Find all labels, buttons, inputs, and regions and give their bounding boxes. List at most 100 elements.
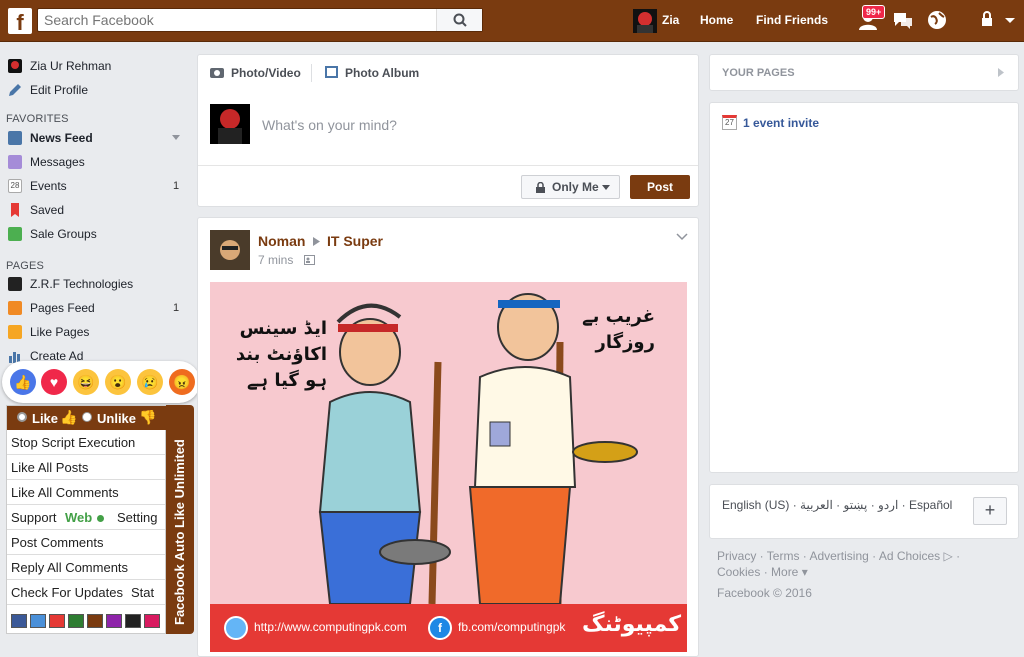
- support-button[interactable]: Support: [11, 510, 57, 525]
- search-input[interactable]: [38, 9, 433, 31]
- post-button[interactable]: Post: [630, 175, 690, 199]
- web-globe-icon: [224, 616, 248, 640]
- haha-reaction-icon[interactable]: 😆: [73, 369, 99, 395]
- your-pages-card[interactable]: YOUR PAGES: [709, 54, 1019, 91]
- sidebar-item-news-feed[interactable]: News Feed: [6, 128, 186, 148]
- event-invite-link[interactable]: 1 event invite: [743, 116, 819, 130]
- audience-selector-button[interactable]: Only Me: [521, 175, 620, 199]
- account-menu-chevron-icon[interactable]: [1004, 9, 1016, 31]
- profile-avatar[interactable]: [633, 9, 657, 33]
- sidebar-item-saved[interactable]: Saved: [6, 200, 186, 220]
- privacy-lock-icon[interactable]: [980, 9, 996, 31]
- photo-video-tab[interactable]: Photo/Video: [231, 66, 301, 80]
- sidebar-item-messages[interactable]: Messages: [6, 152, 186, 172]
- color-swatch[interactable]: [11, 614, 27, 628]
- sidebar-item-like-pages[interactable]: Like Pages: [6, 322, 186, 342]
- notifications-globe-icon[interactable]: [926, 9, 948, 31]
- stat-button[interactable]: Stat: [131, 581, 154, 605]
- favorites-header: FAVORITES: [6, 113, 69, 125]
- pencil-icon: [9, 84, 21, 96]
- reply-all-comments-button[interactable]: Reply All Comments: [7, 556, 165, 580]
- like-all-comments-button[interactable]: Like All Comments: [7, 481, 165, 505]
- find-friends-link[interactable]: Find Friends: [756, 13, 828, 27]
- sidebar-item-profile[interactable]: Zia Ur Rehman: [6, 56, 186, 76]
- add-language-button[interactable]: +: [973, 497, 1007, 525]
- like-radio-label: Like: [32, 411, 59, 426]
- profile-name-link[interactable]: Zia: [662, 13, 679, 27]
- footer-line[interactable]: Cookies · More ▾: [717, 564, 1017, 580]
- support-row: Support Web Setting: [7, 506, 165, 530]
- sidebar-item-count: 1: [173, 302, 180, 314]
- sidebar-item-label: Saved: [30, 203, 65, 217]
- auto-like-menu: Like 👍 Unlike 👎 Stop Script Execution Li…: [6, 405, 167, 634]
- search-button[interactable]: [436, 9, 482, 31]
- caption-line: ہو گیا ہے: [246, 370, 327, 391]
- color-swatch[interactable]: [49, 614, 65, 628]
- sidebar-item-label: Messages: [30, 155, 85, 169]
- color-swatch[interactable]: [68, 614, 84, 628]
- color-swatch[interactable]: [87, 614, 103, 628]
- wow-reaction-icon[interactable]: 😮: [105, 369, 131, 395]
- angry-reaction-icon[interactable]: 😠: [169, 369, 195, 395]
- sidebar-item-count: 1: [173, 180, 180, 192]
- home-link[interactable]: Home: [700, 13, 733, 27]
- post-options-chevron-icon[interactable]: [676, 233, 688, 241]
- like-reaction-icon[interactable]: 👍: [10, 369, 36, 395]
- caption-line: ایڈ سینس: [239, 318, 327, 339]
- post-target-group[interactable]: IT Super: [327, 233, 383, 249]
- camera-icon: [210, 68, 224, 78]
- composer-card: Photo/Video Photo Album What's on your m…: [197, 54, 699, 207]
- caption-line: غریب بے: [582, 306, 655, 327]
- post-timestamp[interactable]: 7 mins: [258, 253, 293, 267]
- post-comments-button[interactable]: Post Comments: [7, 531, 165, 555]
- check-updates-button[interactable]: Check For Updates: [11, 585, 123, 600]
- status-input[interactable]: What's on your mind?: [262, 117, 397, 133]
- auto-like-panel: Like 👍 Unlike 👎 Stop Script Execution Li…: [6, 405, 194, 634]
- photo-album-icon: [325, 66, 338, 78]
- language-links[interactable]: English (US) · اردو · پښتو · العربية · E…: [722, 498, 972, 512]
- chevron-down-icon[interactable]: [172, 135, 180, 141]
- your-pages-title: YOUR PAGES: [722, 67, 795, 79]
- unlike-radio-label: Unlike: [97, 411, 137, 426]
- like-all-posts-button[interactable]: Like All Posts: [7, 456, 165, 480]
- facebook-logo-icon[interactable]: f: [8, 8, 32, 34]
- post-author-avatar[interactable]: [210, 230, 250, 270]
- sidebar-item-sale-groups[interactable]: Sale Groups: [6, 224, 186, 244]
- sidebar-item-edit-profile[interactable]: Edit Profile: [6, 80, 186, 100]
- stop-script-button[interactable]: Stop Script Execution: [7, 431, 165, 455]
- pages-feed-icon: [8, 301, 22, 315]
- panel-side-tab[interactable]: Facebook Auto Like Unlimited: [166, 405, 194, 634]
- panel-side-title: Facebook Auto Like Unlimited: [172, 439, 187, 625]
- love-reaction-icon[interactable]: ♥: [41, 369, 67, 395]
- tag-icon: [8, 227, 22, 241]
- messages-icon[interactable]: [892, 9, 914, 31]
- color-swatch[interactable]: [106, 614, 122, 628]
- color-swatch[interactable]: [125, 614, 141, 628]
- profile-avatar-icon: [8, 59, 22, 73]
- sad-reaction-icon[interactable]: 😢: [137, 369, 163, 395]
- sidebar-item-label: News Feed: [30, 131, 93, 145]
- footer-line[interactable]: Privacy · Terms · Advertising · Ad Choic…: [717, 548, 1017, 564]
- thumbs-up-icon: 👍: [60, 409, 78, 425]
- copyright: Facebook © 2016: [717, 586, 812, 600]
- page-avatar-icon: [8, 277, 22, 291]
- like-radio[interactable]: [17, 412, 27, 422]
- post-author-name[interactable]: Noman: [258, 233, 305, 249]
- sidebar-item-label: Sale Groups: [30, 227, 97, 241]
- unlike-radio[interactable]: [82, 412, 92, 422]
- sidebar-item-pages-feed[interactable]: Pages Feed 1: [6, 298, 186, 318]
- sidebar-item-events[interactable]: 28 Events 1: [6, 176, 186, 196]
- banner-website: http://www.computingpk.com: [254, 620, 407, 634]
- tab-divider: [311, 64, 312, 82]
- color-swatch[interactable]: [30, 614, 46, 628]
- post-cartoon-image[interactable]: ایڈ سینس اکاؤنٹ بند ہو گیا ہے غریب بے رو…: [210, 282, 687, 652]
- setting-button[interactable]: Setting: [117, 506, 157, 530]
- pages-header: PAGES: [6, 260, 45, 272]
- sidebar-item-label: Edit Profile: [30, 83, 89, 97]
- web-link[interactable]: Web: [65, 506, 92, 530]
- sidebar-item-label: Zia Ur Rehman: [30, 59, 112, 73]
- photo-album-tab[interactable]: Photo Album: [345, 66, 419, 80]
- color-swatch[interactable]: [144, 614, 160, 628]
- arrow-right-icon: [313, 237, 320, 246]
- sidebar-item-zrf-technologies[interactable]: Z.R.F Technologies: [6, 274, 186, 294]
